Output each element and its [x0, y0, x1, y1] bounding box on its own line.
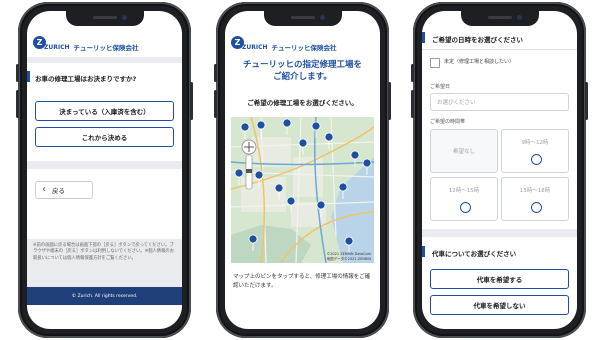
date-label: ご希望日 — [430, 84, 451, 90]
brand-header: Z ZURICH チューリッヒ保険会社 — [231, 33, 337, 52]
slot-15-18[interactable]: 15時〜18時 — [501, 177, 569, 221]
date-select[interactable]: お選びください — [430, 93, 569, 111]
phone-frame-left: Z ZURICH チューリッヒ保険会社 お車の修理工場はお決まりですか? 決まっ… — [16, 2, 193, 338]
undecided-label: 未定（修理工場と相談したい） — [444, 59, 515, 65]
decide-later-button[interactable]: これから決める — [35, 127, 174, 147]
slot-label: 15時〜18時 — [519, 188, 551, 194]
clock-icon — [460, 202, 471, 213]
undecided-checkbox[interactable] — [430, 58, 440, 68]
screen-left: Z ZURICH チューリッヒ保険会社 お車の修理工場はお決まりですか? 決まっ… — [27, 11, 182, 329]
footer: © Zurich. All rights reserved. — [27, 287, 182, 305]
rental-yes-button[interactable]: 代車を希望する — [430, 269, 569, 289]
back-button[interactable]: ‹ 戻る — [35, 181, 93, 199]
slot-no-preference[interactable]: 希望なし — [430, 129, 498, 173]
divider — [422, 229, 577, 237]
copyright: © Zurich. All rights reserved. — [71, 293, 138, 299]
map-credit: ©2021 ZENRIN DataCom 地図データ©2021 ZENRIN — [326, 252, 371, 261]
brand-name: チューリッヒ保険会社 — [73, 44, 139, 52]
back-label: 戻る — [52, 187, 65, 195]
repair-question: お車の修理工場はお決まりですか? — [35, 75, 137, 83]
headline-line-1: チューリッヒの指定修理工場を — [242, 60, 362, 70]
map-instruction: マップ上のピンをタップすると、修理工場の情報をご確認いただけます。 — [233, 274, 371, 289]
clock-icon — [531, 154, 542, 165]
slot-label: 12時〜15時 — [448, 188, 480, 194]
logo-text: ZURICH — [242, 43, 268, 51]
headline: チューリッヒの指定修理工場を ご紹介します。 — [225, 59, 380, 83]
slot-label: 9時〜12時 — [521, 140, 549, 146]
headline-line-2: ご紹介します。 — [273, 72, 332, 82]
rental-no-button[interactable]: 代車を希望しない — [430, 295, 569, 315]
divider — [27, 57, 182, 63]
brand-header: Z ZURICH チューリッヒ保険会社 — [33, 33, 139, 52]
slot-12-15[interactable]: 12時〜15時 — [430, 177, 498, 221]
slot-9-12[interactable]: 9時〜12時 — [501, 129, 569, 173]
logo-text: ZURICH — [44, 43, 70, 51]
time-label: ご希望の時間帯 — [430, 119, 466, 125]
phone-frame-right: ご希望の日時をお選びください 未定（修理工場と相談したい） ご希望日 お選びくだ… — [411, 2, 588, 338]
datetime-section-title: ご希望の日時をお選びください — [432, 36, 523, 44]
map-graphic — [231, 117, 374, 263]
rental-section-title: 代車についてお選びください — [432, 250, 517, 258]
chevron-left-icon: ‹ — [42, 184, 46, 195]
divider — [27, 161, 182, 169]
footnote-text: ※前の画面に戻る場合は画面下部の［戻る］ボタンで戻ってください。ブラウザや端末の… — [33, 243, 174, 261]
subhead: ご希望の修理工場をお選びください。 — [247, 99, 358, 107]
slot-label: 希望なし — [452, 149, 475, 155]
screen-middle: Z ZURICH チューリッヒ保険会社 チューリッヒの指定修理工場を ご紹介しま… — [225, 11, 380, 329]
brand-name: チューリッヒ保険会社 — [271, 44, 337, 52]
decided-button[interactable]: 決まっている（入庫済を含む） — [35, 101, 174, 121]
phone-frame-middle: Z ZURICH チューリッヒ保険会社 チューリッヒの指定修理工場を ご紹介しま… — [214, 2, 391, 338]
screen-right: ご希望の日時をお選びください 未定（修理工場と相談したい） ご希望日 お選びくだ… — [422, 11, 577, 329]
repair-shop-map[interactable]: ©2021 ZENRIN DataCom 地図データ©2021 ZENRIN — [231, 117, 374, 263]
clock-icon — [531, 202, 542, 213]
